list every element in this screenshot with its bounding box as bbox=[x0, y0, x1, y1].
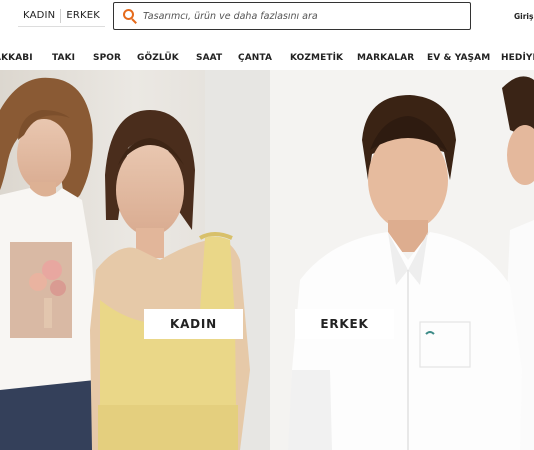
nav-item-kozmetik[interactable]: KOZMETİK bbox=[290, 53, 343, 63]
search-box[interactable] bbox=[113, 2, 471, 30]
women-cta-button[interactable]: KADIN bbox=[144, 309, 243, 339]
nav-item-markalar[interactable]: MARKALAR bbox=[357, 53, 414, 63]
men-photo bbox=[270, 70, 534, 450]
nav-item-canta[interactable]: ÇANTA bbox=[238, 53, 272, 63]
nav-item-ev-yasam[interactable]: EV & YAŞAM bbox=[427, 53, 490, 63]
nav-item-saat[interactable]: SAAT bbox=[196, 53, 222, 63]
nav-item-ayakkabi[interactable]: AKKABI bbox=[0, 53, 33, 63]
nav-item-gozluk[interactable]: GÖZLÜK bbox=[137, 53, 179, 63]
search-input[interactable] bbox=[143, 10, 443, 22]
women-photo bbox=[0, 70, 270, 450]
men-cta-button[interactable]: ERKEK bbox=[295, 309, 394, 339]
nav-item-taki[interactable]: TAKI bbox=[52, 53, 75, 63]
women-hero-image[interactable]: KADIN bbox=[0, 70, 270, 450]
login-link[interactable]: Giriş bbox=[514, 12, 533, 21]
nav-item-hediye[interactable]: HEDİYE bbox=[501, 53, 534, 63]
men-hero-image[interactable]: ERKEK bbox=[270, 70, 534, 450]
gender-switch: KADIN ERKEK bbox=[18, 7, 106, 27]
search-icon[interactable] bbox=[123, 9, 137, 24]
gender-tab-kadin[interactable]: KADIN bbox=[18, 10, 60, 21]
hero-banner: KADIN ERKEK bbox=[0, 70, 534, 450]
gender-tab-erkek[interactable]: ERKEK bbox=[61, 10, 105, 21]
top-bar: KADIN ERKEK Giriş bbox=[0, 0, 534, 34]
nav-item-spor[interactable]: SPOR bbox=[93, 53, 121, 63]
category-nav: AKKABI TAKI SPOR GÖZLÜK SAAT ÇANTA KOZME… bbox=[0, 46, 534, 72]
